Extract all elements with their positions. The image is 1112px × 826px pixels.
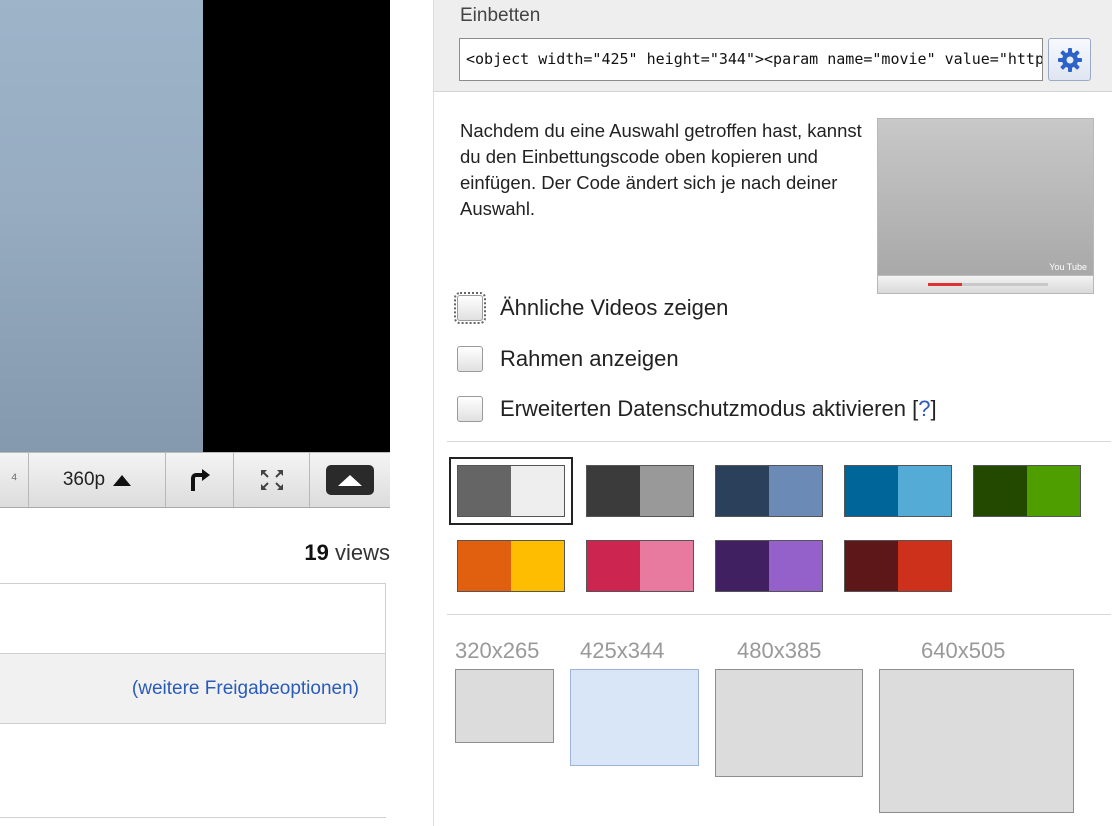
view-count-label: views	[328, 540, 390, 565]
volume-control-edge[interactable]: ⁴	[0, 453, 28, 507]
share-box: (weitere Freigabeoptionen)	[0, 583, 386, 724]
theme-2-primary	[587, 466, 640, 516]
expand-pill	[326, 465, 374, 495]
privacy-mode-label-text: Erweiterten Datenschutzmodus aktivieren	[500, 396, 906, 421]
color-theme-2[interactable]	[586, 465, 694, 517]
size-label-480: 480x385	[737, 638, 822, 663]
border-checkbox[interactable]	[457, 346, 483, 372]
size-option-425[interactable]	[570, 669, 699, 766]
popout-button[interactable]	[165, 453, 233, 507]
embed-description: Nachdem du eine Auswahl getroffen hast, …	[460, 120, 862, 219]
color-theme-7[interactable]	[586, 540, 694, 592]
options-divider	[447, 441, 1111, 442]
fullscreen-icon	[260, 470, 283, 490]
size-option-320[interactable]	[455, 669, 554, 743]
option-border[interactable]: Rahmen anzeigen	[457, 346, 679, 372]
privacy-mode-label: Erweiterten Datenschutzmodus aktivieren …	[500, 396, 937, 421]
theme-4-primary	[845, 466, 898, 516]
theme-5-primary	[974, 466, 1027, 516]
caret-up-icon	[113, 474, 132, 486]
theme-5-secondary	[1027, 466, 1080, 516]
themes-divider	[447, 614, 1111, 615]
theme-7-primary	[587, 541, 640, 591]
preview-control-bar	[878, 275, 1093, 293]
preview-progress	[928, 283, 1048, 286]
popout-arrow-icon	[190, 469, 210, 491]
share-options-row: (weitere Freigabeoptionen)	[0, 654, 385, 723]
option-related-videos[interactable]: Ähnliche Videos zeigen	[454, 292, 729, 324]
theme-1-secondary	[511, 466, 564, 516]
option-privacy-mode[interactable]: Erweiterten Datenschutzmodus aktivieren …	[457, 396, 937, 422]
quality-label: 360p	[62, 469, 106, 490]
quality-button[interactable]: 360p	[28, 453, 165, 507]
color-theme-8[interactable]	[715, 540, 823, 592]
share-input-area[interactable]	[0, 584, 385, 654]
embed-preview-thumbnail: You Tube	[877, 118, 1094, 294]
size-option-480[interactable]	[715, 669, 863, 777]
theme-4-secondary	[898, 466, 951, 516]
volume-edge-glyph: ⁴	[10, 471, 18, 488]
size-label-320: 320x265	[455, 638, 540, 663]
color-theme-4[interactable]	[844, 465, 952, 517]
related-videos-label: Ähnliche Videos zeigen	[500, 295, 729, 320]
theme-9-primary	[845, 541, 898, 591]
gear-icon	[1057, 47, 1082, 72]
view-count-number: 19	[304, 540, 329, 565]
theme-6-secondary	[511, 541, 564, 591]
expand-player-button[interactable]	[309, 453, 390, 507]
theme-8-primary	[716, 541, 769, 591]
color-theme-3[interactable]	[715, 465, 823, 517]
color-theme-5[interactable]	[973, 465, 1081, 517]
privacy-mode-checkbox[interactable]	[457, 396, 483, 422]
size-label-425: 425x344	[580, 638, 665, 663]
fullscreen-button[interactable]	[233, 453, 309, 507]
size-label-640: 640x505	[921, 638, 1006, 663]
theme-2-secondary	[640, 466, 693, 516]
eject-up-icon	[338, 474, 362, 486]
theme-1-primary	[458, 466, 511, 516]
related-videos-checkbox[interactable]	[454, 292, 486, 324]
preview-logo: You Tube	[1049, 262, 1087, 272]
embed-code-field[interactable]: <object width="425" height="344"><param …	[459, 38, 1043, 81]
player-control-bar: ⁴ 360p	[0, 452, 390, 508]
section-divider	[0, 817, 386, 818]
theme-9-secondary	[898, 541, 951, 591]
theme-6-primary	[458, 541, 511, 591]
theme-7-secondary	[640, 541, 693, 591]
color-theme-9[interactable]	[844, 540, 952, 592]
panel-border	[433, 0, 434, 826]
theme-8-secondary	[769, 541, 822, 591]
view-count: 19 views	[304, 540, 390, 566]
privacy-help-link[interactable]: ?	[918, 396, 930, 421]
video-player[interactable]	[0, 0, 390, 452]
embed-settings-button[interactable]	[1048, 38, 1091, 81]
theme-3-secondary	[769, 466, 822, 516]
size-option-640[interactable]	[879, 669, 1074, 813]
more-share-options-link[interactable]: (weitere Freigabeoptionen)	[132, 678, 359, 700]
color-theme-6[interactable]	[457, 540, 565, 592]
color-theme-1[interactable]	[449, 457, 573, 525]
border-label: Rahmen anzeigen	[500, 346, 679, 371]
embed-title: Einbetten	[460, 5, 541, 26]
theme-3-primary	[716, 466, 769, 516]
video-frame-image	[0, 0, 203, 452]
